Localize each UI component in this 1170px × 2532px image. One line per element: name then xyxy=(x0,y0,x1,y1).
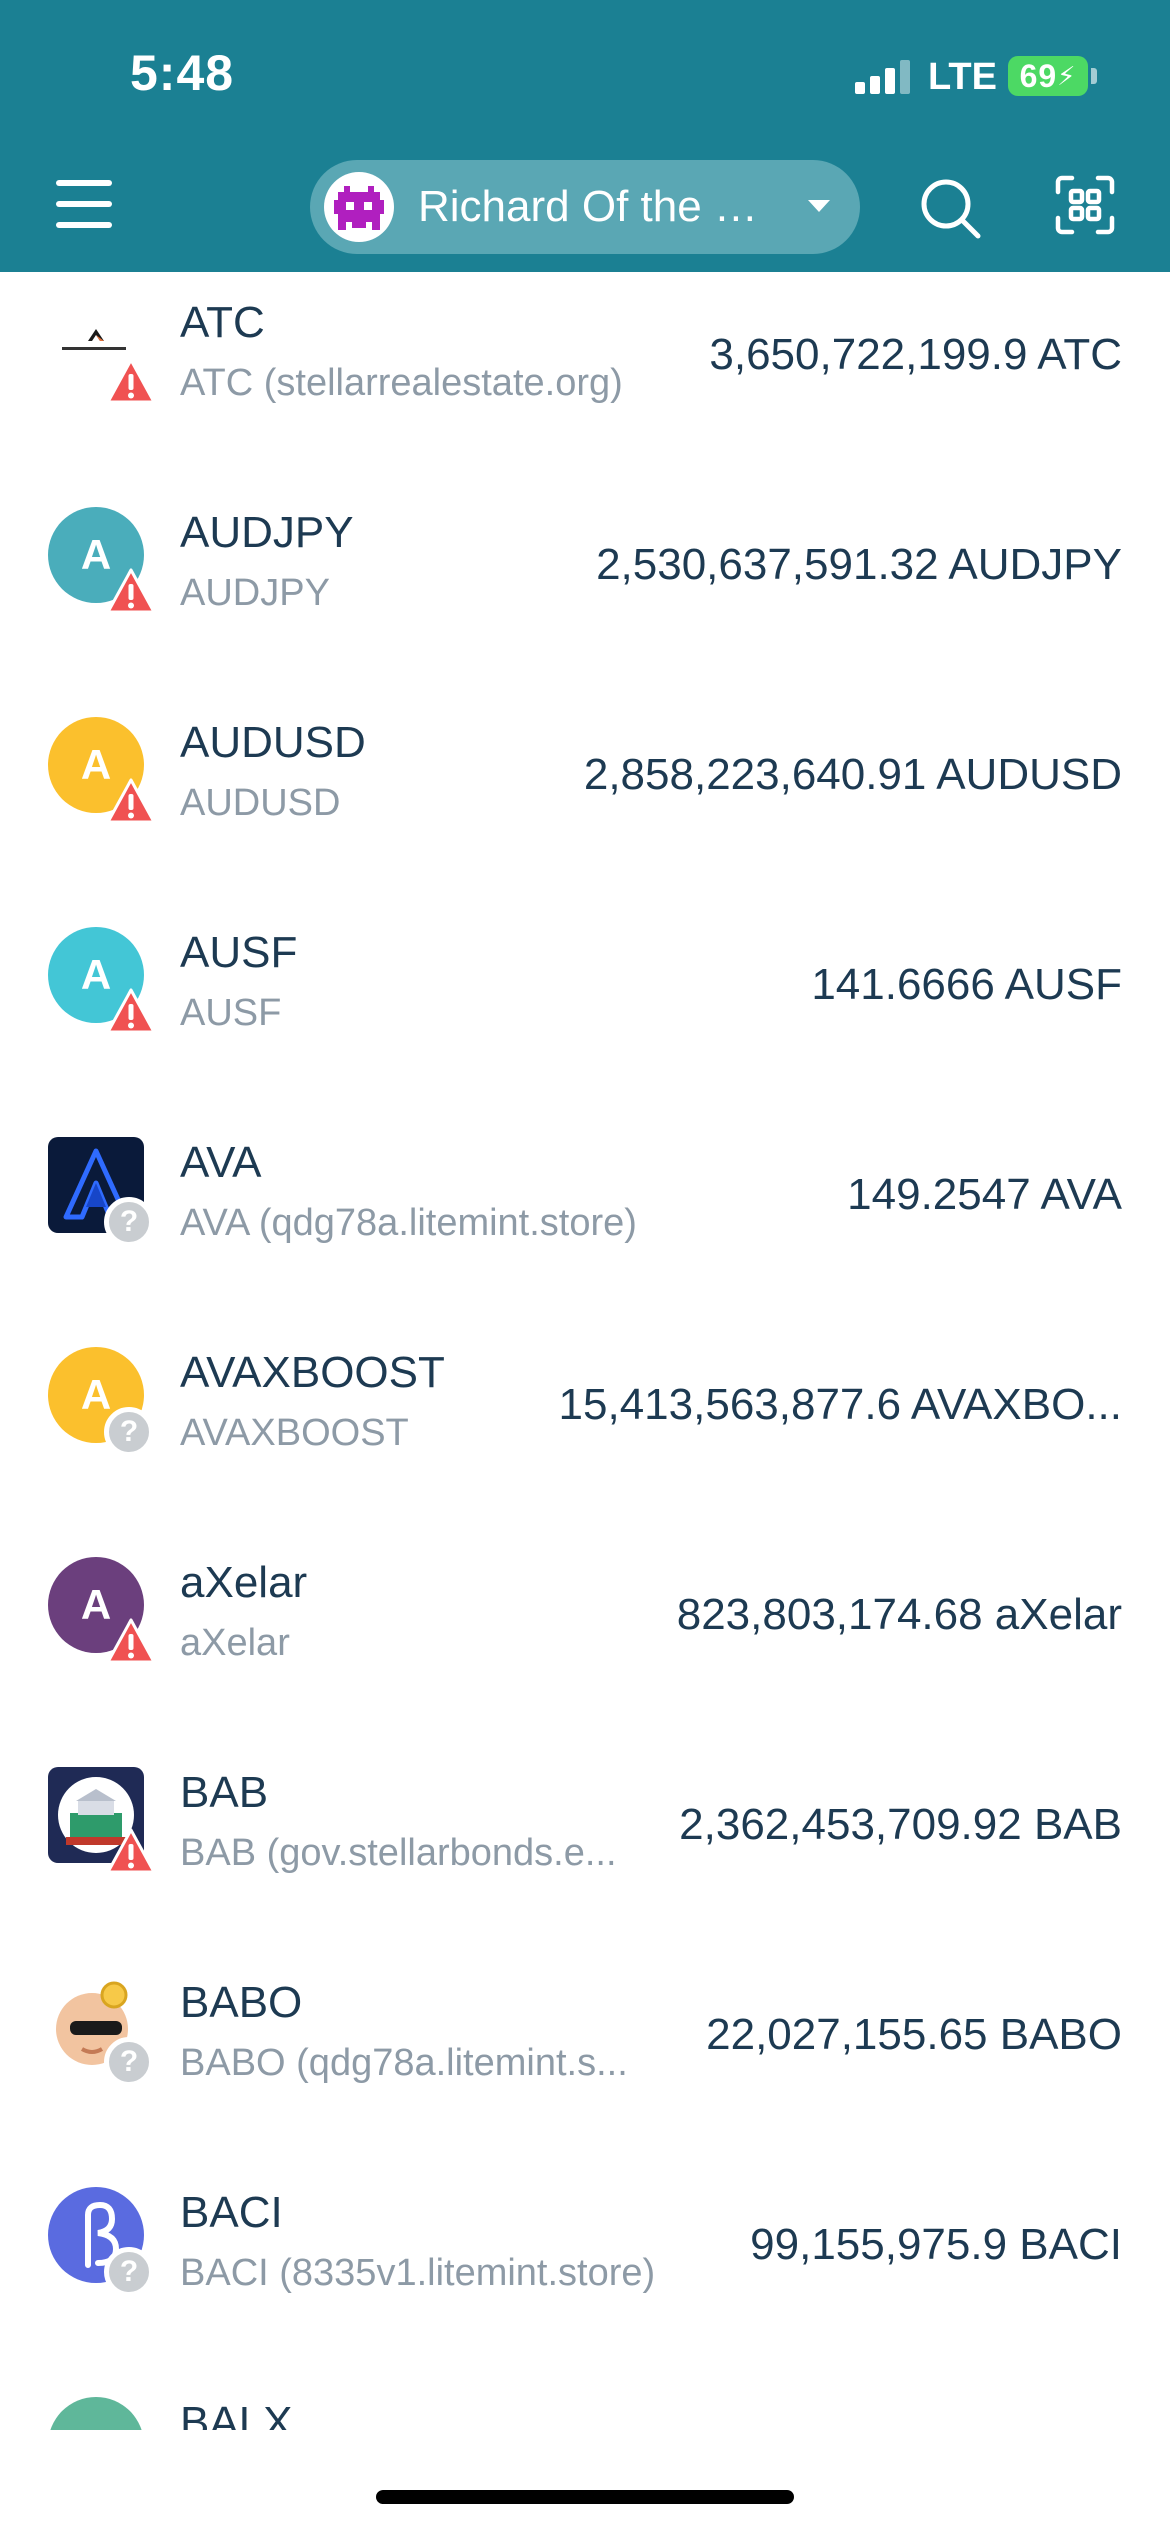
asset-issuer: ATC (stellarrealestate.org) xyxy=(180,362,623,404)
list-item[interactable]: A aXelar aXelar 823,803,174.68 aXelar xyxy=(0,1532,1170,1742)
list-item[interactable]: A AUDJPY AUDJPY 2,530,637,591.32 AUDJPY xyxy=(0,482,1170,692)
asset-code: AVA xyxy=(180,1138,262,1187)
asset-balance: 149.2547 AVA xyxy=(847,1170,1122,1219)
battery-cap xyxy=(1091,68,1097,84)
asset-issuer: BAB (gov.stellarbonds.e... xyxy=(180,1832,617,1874)
asset-issuer: BACI (8335v1.litemint.store) xyxy=(180,2252,656,2294)
asset-balance: 22,027,155.65 BABO xyxy=(706,2010,1122,2059)
asset-code: BAB xyxy=(180,1768,269,1817)
account-name: Richard Of the Rich... xyxy=(418,182,778,231)
asset-balance: 2,530,637,591.32 AUDJPY xyxy=(596,540,1122,589)
warning-icon xyxy=(106,1618,156,1664)
asset-issuer: AUDJPY xyxy=(180,572,330,614)
list-item[interactable]: ? BABO BABO (qdg78a.litemint.s... 22,027… xyxy=(0,1952,1170,2162)
asset-code: AUDJPY xyxy=(180,508,354,557)
list-item[interactable]: ATC ATC (stellarrealestate.org) 3,650,72… xyxy=(0,272,1170,482)
warning-icon xyxy=(106,358,156,404)
asset-issuer: AVAXBOOST xyxy=(180,1412,409,1454)
account-selector[interactable]: Richard Of the Rich... xyxy=(310,160,860,254)
asset-balance: 2,858,223,640.91 AUDUSD xyxy=(583,750,1122,799)
account-avatar xyxy=(324,172,394,242)
asset-code: AUSF xyxy=(180,928,298,977)
asset-code: BALX xyxy=(180,2398,293,2430)
network-label: LTE xyxy=(928,56,997,98)
list-item[interactable]: A AUDUSD AUDUSD 2,858,223,640.91 AUDUSD xyxy=(0,692,1170,902)
hamburger-menu-icon[interactable] xyxy=(56,180,112,228)
list-item[interactable]: ? BACI BACI (8335v1.litemint.store) 99,1… xyxy=(0,2162,1170,2372)
unknown-icon: ? xyxy=(104,2247,154,2297)
asset-balance: 823,803,174.68 aXelar xyxy=(676,1590,1122,1639)
asset-balance: 2,362,453,709.92 BAB xyxy=(679,1800,1122,1849)
battery-icon: 69 ⚡ xyxy=(1008,56,1088,96)
search-icon[interactable] xyxy=(918,176,982,240)
asset-code: ATC xyxy=(180,298,265,347)
home-indicator[interactable] xyxy=(376,2490,794,2504)
asset-code: AUDUSD xyxy=(180,718,366,767)
asset-issuer: aXelar xyxy=(180,1622,290,1664)
warning-icon xyxy=(106,568,156,614)
signal-icon xyxy=(855,60,911,94)
asset-code: aXelar xyxy=(180,1558,308,1607)
list-item[interactable]: BALX xyxy=(0,2372,1170,2430)
unknown-icon: ? xyxy=(104,1197,154,1247)
unknown-icon: ? xyxy=(104,2037,154,2087)
asset-code: BACI xyxy=(180,2188,283,2237)
asset-issuer: AUSF xyxy=(180,992,282,1034)
list-item[interactable]: BAB BAB (gov.stellarbonds.e... 2,362,453… xyxy=(0,1742,1170,1952)
warning-icon xyxy=(106,1828,156,1874)
asset-list[interactable]: ATC ATC (stellarrealestate.org) 3,650,72… xyxy=(0,272,1170,2430)
chevron-down-icon xyxy=(808,200,830,212)
asset-code: AVAXBOOST xyxy=(180,1348,445,1397)
unknown-icon: ? xyxy=(104,1407,154,1457)
balx-logo-icon xyxy=(48,2397,144,2430)
asset-issuer: AUDUSD xyxy=(180,782,341,824)
asset-code: BABO xyxy=(180,1978,303,2027)
qr-scan-icon[interactable] xyxy=(1054,174,1116,236)
list-item[interactable]: A ? AVAXBOOST AVAXBOOST 15,413,563,877.6… xyxy=(0,1322,1170,1532)
status-time: 5:48 xyxy=(130,45,235,101)
asset-issuer: BABO (qdg78a.litemint.s... xyxy=(180,2042,628,2084)
battery-level: 69 xyxy=(1019,57,1058,94)
warning-icon xyxy=(106,988,156,1034)
asset-balance: 141.6666 AUSF xyxy=(811,960,1122,1009)
list-item[interactable]: ? AVA AVA (qdg78a.litemint.store) 149.25… xyxy=(0,1112,1170,1322)
list-item[interactable]: A AUSF AUSF 141.6666 AUSF xyxy=(0,902,1170,1112)
warning-icon xyxy=(106,778,156,824)
asset-balance: 99,155,975.9 BACI xyxy=(750,2220,1122,2269)
asset-balance: 3,650,722,199.9 ATC xyxy=(709,330,1122,379)
app-header: 5:48 LTE 69 ⚡ Richard Of the Ric xyxy=(0,0,1170,272)
asset-balance: 15,413,563,877.6 AVAXBO... xyxy=(558,1380,1122,1429)
asset-issuer: AVA (qdg78a.litemint.store) xyxy=(180,1202,637,1244)
